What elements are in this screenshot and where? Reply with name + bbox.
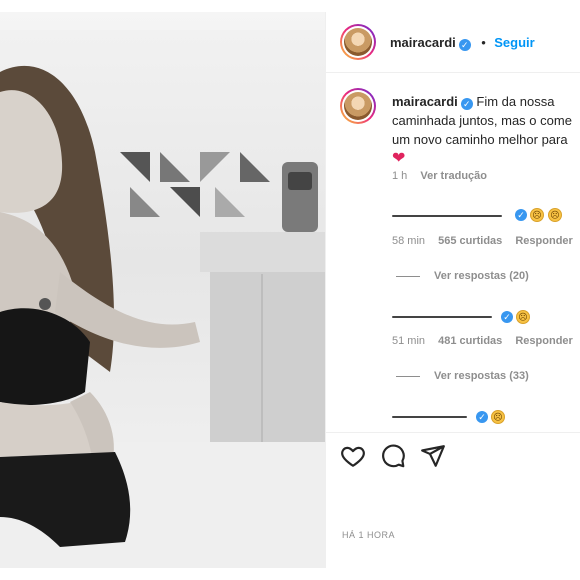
comment-meta: 51 min 481 curtidas Responder (392, 335, 573, 347)
caption-text-line2: caminhada juntos, mas o come (392, 113, 572, 128)
post-photo-illustration (0, 12, 325, 568)
caption-text-line1: Fim da nossa (476, 94, 555, 109)
reply-button[interactable]: Responder (515, 335, 572, 347)
author-username[interactable]: mairacardi (390, 35, 456, 50)
paper-plane-icon[interactable] (420, 443, 446, 469)
comment-username-blurred (392, 316, 492, 318)
separator-dot: • (481, 35, 486, 50)
verified-badge-icon: ✓ (501, 311, 513, 323)
caption-age: 1 h (392, 170, 408, 182)
verified-badge-icon: ✓ (515, 209, 527, 221)
view-replies[interactable]: Ver respostas (33) (396, 370, 529, 382)
verified-badge-icon: ✓ (476, 411, 488, 423)
heart-emoji: ❤ (392, 150, 406, 167)
comment-username-blurred (392, 416, 467, 418)
replies-divider (396, 375, 420, 377)
translate-link[interactable]: Ver tradução (420, 170, 487, 182)
instagram-post-modal: mairacardi ✓ • Seguir mairacardi ✓ Fim da … (0, 0, 580, 580)
follow-button[interactable]: Seguir (494, 35, 534, 50)
author-avatar[interactable] (340, 24, 376, 60)
caption-avatar[interactable] (340, 88, 376, 124)
heart-outline-icon[interactable] (340, 443, 366, 469)
comment-username-blurred (392, 215, 502, 217)
comment-likes[interactable]: 481 curtidas (438, 335, 502, 347)
verified-badge-icon: ✓ (458, 39, 471, 51)
reply-button[interactable]: Responder (515, 235, 572, 247)
comment-meta: 58 min 565 curtidas Responder (392, 235, 573, 247)
caption-text-line3: um novo caminho melhor para (392, 132, 568, 147)
sad-face-emoji-icon: ☹ (491, 410, 505, 424)
caption-meta: 1 h Ver tradução (392, 170, 487, 182)
post-timestamp: HÁ 1 HORA (342, 530, 396, 540)
comment-age: 51 min (392, 335, 426, 347)
sad-face-emoji-icon: ☹ (548, 208, 562, 222)
caption-username[interactable]: mairacardi (392, 94, 458, 109)
view-replies-label[interactable]: Ver respostas (33) (434, 370, 529, 382)
post-header: mairacardi ✓ • Seguir (326, 12, 580, 73)
comment-age: 58 min (392, 235, 426, 247)
bottom-letterbox (0, 568, 580, 580)
replies-divider (396, 275, 420, 277)
view-replies-label[interactable]: Ver respostas (20) (434, 270, 529, 282)
author-row: mairacardi ✓ • Seguir (390, 34, 535, 52)
post-actions (326, 432, 580, 493)
caption: mairacardi ✓ Fim da nossa caminhada junto… (392, 92, 580, 168)
comment-likes[interactable]: 565 curtidas (438, 235, 502, 247)
comment-bubble-icon[interactable] (380, 443, 406, 469)
post-photo[interactable] (0, 12, 325, 568)
top-letterbox (0, 0, 580, 12)
post-side-panel: mairacardi ✓ • Seguir mairacardi ✓ Fim da … (325, 12, 580, 568)
sad-face-emoji-icon: ☹ (516, 310, 530, 324)
verified-badge-icon: ✓ (460, 98, 473, 110)
view-replies[interactable]: Ver respostas (20) (396, 270, 529, 282)
sad-face-emoji-icon: ☹ (530, 208, 544, 222)
